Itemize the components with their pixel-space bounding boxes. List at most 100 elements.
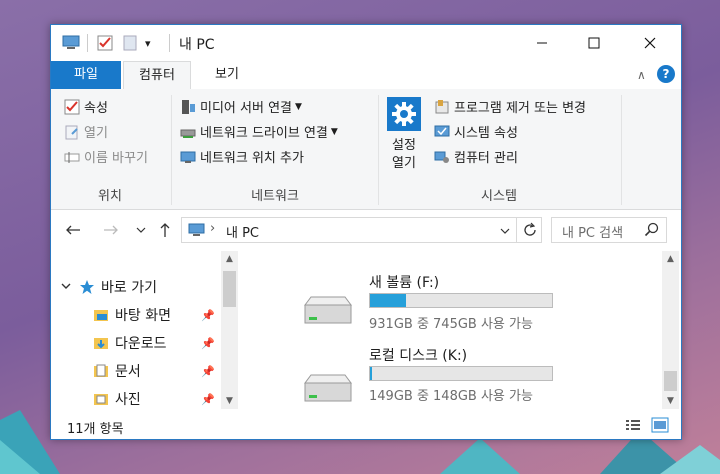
chevron-down-icon <box>136 227 146 233</box>
scroll-up-icon[interactable]: ▲ <box>662 251 679 267</box>
minimize-icon <box>537 42 547 44</box>
navigation-pane: 바로 가기 바탕 화면 📌 다운로드 📌 문서 📌 사진 📌 <box>51 251 239 409</box>
nav-item-pictures[interactable]: 사진 <box>93 389 141 409</box>
drive-usage-fill <box>370 367 372 380</box>
qa-dropdown-icon[interactable]: ▾ <box>145 34 151 52</box>
minimize-button[interactable] <box>519 25 565 61</box>
ribbon: 속성 열기 이름 바꾸기 위치 미디어 서버 연결 ▼ 네트워크 드라이브 연결… <box>51 89 681 210</box>
drive-name[interactable]: 새 볼륨 (F:) <box>369 272 439 292</box>
pin-icon[interactable]: 📌 <box>201 365 215 378</box>
star-icon <box>79 279 95 295</box>
system-properties-button[interactable]: 시스템 속성 <box>433 122 518 141</box>
gear-icon[interactable] <box>387 97 421 131</box>
back-arrow-icon <box>66 225 80 235</box>
drive-name[interactable]: 로컬 디스크 (K:) <box>369 345 467 365</box>
qa-separator <box>169 34 170 52</box>
tab-view[interactable]: 보기 <box>197 61 257 89</box>
scroll-down-icon[interactable]: ▼ <box>662 393 679 409</box>
dropdown-arrow-icon: ▼ <box>330 126 338 137</box>
map-drive-button[interactable]: 네트워크 드라이브 연결 ▼ <box>179 122 338 141</box>
pin-icon[interactable]: 📌 <box>201 309 215 322</box>
nav-item-downloads[interactable]: 다운로드 <box>93 333 167 353</box>
nav-item-documents[interactable]: 문서 <box>93 361 141 381</box>
back-button[interactable] <box>63 220 83 240</box>
properties-button[interactable]: 속성 <box>63 97 108 116</box>
maximize-button[interactable] <box>571 25 617 61</box>
nav-item-label: 문서 <box>115 364 141 380</box>
network-location-icon <box>179 148 197 166</box>
up-arrow-icon <box>160 223 170 237</box>
large-icons-view-icon[interactable] <box>651 417 669 437</box>
status-bar: 11개 항목 <box>51 413 681 439</box>
drive-icon[interactable] <box>301 369 355 409</box>
drive-usage-bar <box>369 366 553 381</box>
nav-item-desktop[interactable]: 바탕 화면 <box>93 305 171 325</box>
properties-icon <box>63 98 81 116</box>
refresh-icon[interactable] <box>522 222 538 242</box>
help-icon[interactable]: ? <box>657 65 675 83</box>
expand-arrow-icon[interactable] <box>61 282 71 293</box>
scroll-down-icon[interactable]: ▼ <box>221 393 238 409</box>
desktop-folder-icon <box>93 307 109 323</box>
computer-management-button[interactable]: 컴퓨터 관리 <box>433 147 518 166</box>
drive-usage-fill <box>370 294 407 307</box>
search-icon[interactable] <box>644 222 660 242</box>
open-settings-button[interactable]: 설정 열기 <box>381 137 427 173</box>
uninstall-label: 프로그램 제거 또는 변경 <box>454 101 586 116</box>
nav-scrollbar[interactable]: ▲ ▼ <box>221 251 238 409</box>
pc-icon <box>61 34 81 52</box>
media-server-button[interactable]: 미디어 서버 연결 ▼ <box>179 97 302 116</box>
up-button[interactable] <box>155 220 175 240</box>
title-bar: ▾ 내 PC <box>51 25 681 61</box>
drive-free-space: 149GB 중 148GB 사용 가능 <box>369 389 533 404</box>
nav-item-label: 다운로드 <box>115 336 167 352</box>
group-separator <box>621 95 622 205</box>
scroll-thumb[interactable] <box>664 371 677 391</box>
properties-qa-icon[interactable] <box>97 34 113 52</box>
address-separator <box>516 217 517 243</box>
pin-icon[interactable]: 📌 <box>201 393 215 406</box>
pin-icon[interactable]: 📌 <box>201 337 215 350</box>
rename-button[interactable]: 이름 바꾸기 <box>63 147 148 166</box>
scroll-thumb[interactable] <box>223 271 236 307</box>
address-dropdown-icon[interactable] <box>500 224 510 239</box>
dropdown-arrow-icon: ▼ <box>295 101 302 112</box>
downloads-folder-icon <box>93 335 109 351</box>
details-view-icon[interactable] <box>625 418 641 436</box>
open-settings-line1: 설정 <box>392 138 416 153</box>
add-network-location-button[interactable]: 네트워크 위치 추가 <box>179 147 304 166</box>
collapse-ribbon-icon[interactable]: ∧ <box>637 68 646 82</box>
pictures-folder-icon <box>93 391 109 407</box>
system-properties-label: 시스템 속성 <box>454 126 518 141</box>
item-count: 11개 항목 <box>67 422 124 437</box>
group-label-system: 시스템 <box>481 189 517 204</box>
properties-label: 속성 <box>84 101 108 116</box>
scroll-up-icon[interactable]: ▲ <box>221 251 238 267</box>
recent-locations-button[interactable] <box>131 220 151 240</box>
new-folder-qa-icon[interactable] <box>123 34 137 52</box>
tab-computer[interactable]: 컴퓨터 <box>123 61 191 90</box>
qa-separator <box>87 34 88 52</box>
forward-arrow-icon <box>104 225 118 235</box>
breadcrumb[interactable]: 내 PC <box>226 222 259 241</box>
drive-icon[interactable] <box>301 291 355 331</box>
search-box[interactable]: 내 PC 검색 <box>551 217 667 243</box>
group-label-location: 위치 <box>98 189 122 204</box>
forward-button[interactable] <box>101 220 121 240</box>
quick-access-label: 바로 가기 <box>101 280 157 296</box>
media-server-icon <box>179 98 197 116</box>
search-placeholder: 내 PC 검색 <box>562 226 624 241</box>
quick-access-item[interactable]: 바로 가기 <box>61 277 157 297</box>
ribbon-tabs: 파일 컴퓨터 보기 ∧ ? <box>51 61 681 90</box>
content-scrollbar[interactable]: ▲ ▼ <box>662 251 679 409</box>
network-drive-icon <box>179 123 197 141</box>
tab-file[interactable]: 파일 <box>51 61 121 89</box>
close-button[interactable] <box>627 25 673 61</box>
explorer-window: ▾ 내 PC 파일 컴퓨터 보기 ∧ ? 속성 열기 이름 바꾸기 위치 미디어… <box>50 24 682 440</box>
open-button[interactable]: 열기 <box>63 122 108 141</box>
maximize-icon <box>588 37 600 49</box>
rename-label: 이름 바꾸기 <box>84 151 148 166</box>
uninstall-button[interactable]: 프로그램 제거 또는 변경 <box>433 97 586 116</box>
address-row: › 내 PC 내 PC 검색 <box>51 210 681 250</box>
address-bar[interactable]: › 내 PC <box>181 217 542 243</box>
